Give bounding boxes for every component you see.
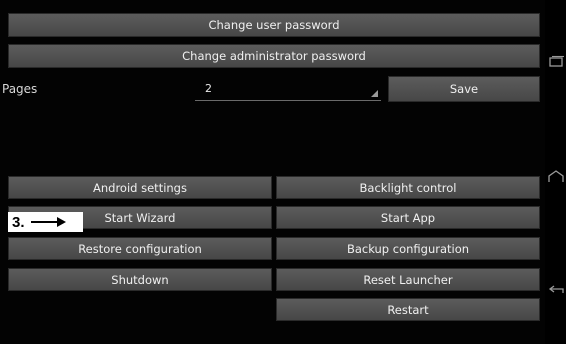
step-annotation: 3.: [8, 212, 83, 232]
step-annotation-label: 3.: [12, 213, 25, 231]
pages-spinner-value: 2: [205, 82, 212, 95]
start-app-button[interactable]: Start App: [276, 206, 540, 229]
restart-label: Restart: [387, 302, 429, 317]
spinner-dropdown-icon: [371, 90, 378, 97]
recent-apps-icon[interactable]: [547, 55, 565, 69]
backup-configuration-button[interactable]: Backup configuration: [276, 237, 540, 260]
start-app-label: Start App: [380, 210, 436, 225]
change-user-password-button[interactable]: Change user password: [8, 13, 540, 37]
pages-spinner[interactable]: 2: [195, 78, 381, 101]
backup-configuration-label: Backup configuration: [346, 241, 470, 256]
save-button-label: Save: [449, 82, 479, 96]
android-settings-button[interactable]: Android settings: [8, 176, 272, 199]
reset-launcher-button[interactable]: Reset Launcher: [276, 268, 540, 291]
restore-configuration-label: Restore configuration: [78, 241, 202, 256]
change-admin-password-label: Change administrator password: [182, 49, 366, 63]
save-button[interactable]: Save: [388, 76, 540, 102]
restart-button[interactable]: Restart: [276, 298, 540, 321]
backlight-control-label: Backlight control: [359, 180, 457, 195]
reset-launcher-label: Reset Launcher: [363, 272, 453, 287]
backlight-control-button[interactable]: Backlight control: [276, 176, 540, 199]
shutdown-label: Shutdown: [111, 272, 169, 287]
arrow-right-icon: [30, 217, 66, 227]
restore-configuration-button[interactable]: Restore configuration: [8, 237, 272, 260]
shutdown-button[interactable]: Shutdown: [8, 268, 272, 291]
start-wizard-label: Start Wizard: [104, 210, 176, 225]
system-navigation-bar: [545, 0, 566, 344]
home-icon[interactable]: [547, 170, 565, 184]
change-admin-password-button[interactable]: Change administrator password: [8, 44, 540, 68]
change-user-password-label: Change user password: [208, 18, 340, 32]
back-icon[interactable]: [547, 283, 565, 297]
android-settings-label: Android settings: [93, 180, 187, 195]
pages-label: Pages: [2, 82, 38, 96]
